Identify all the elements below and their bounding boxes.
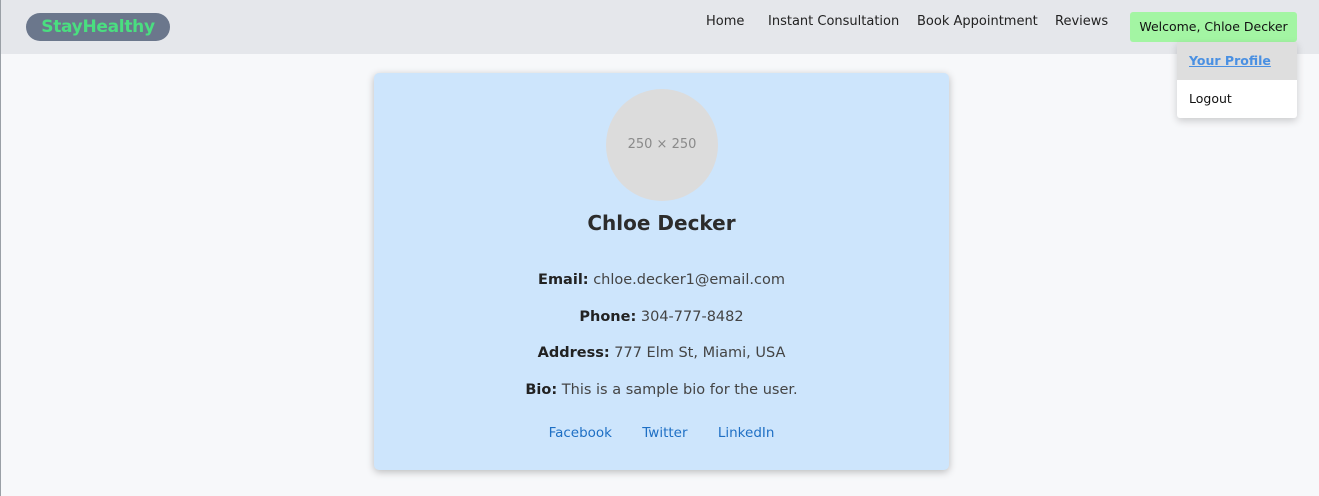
bio-value: This is a sample bio for the user. bbox=[561, 382, 798, 398]
logo[interactable]: StayHealthy bbox=[26, 13, 170, 41]
facebook-link[interactable]: Facebook bbox=[549, 425, 612, 441]
bio-label: Bio: bbox=[525, 382, 558, 398]
nav-reviews-link[interactable]: Reviews bbox=[1055, 14, 1108, 29]
user-dropdown-menu: Your Profile Logout bbox=[1177, 42, 1297, 118]
twitter-link[interactable]: Twitter bbox=[642, 425, 687, 441]
email-row: Email: chloe.decker1@email.com bbox=[374, 272, 949, 288]
address-value: 777 Elm St, Miami, USA bbox=[614, 345, 786, 361]
profile-name: Chloe Decker bbox=[587, 211, 736, 235]
phone-label: Phone: bbox=[579, 309, 637, 325]
phone-value: 304-777-8482 bbox=[640, 309, 744, 325]
page: StayHealthy Home Instant Consultation Bo… bbox=[0, 0, 1319, 496]
avatar: 250 × 250 bbox=[606, 89, 718, 201]
welcome-user-button[interactable]: Welcome, Chloe Decker bbox=[1130, 12, 1297, 42]
email-value: chloe.decker1@email.com bbox=[593, 272, 785, 288]
address-row: Address: 777 Elm St, Miami, USA bbox=[374, 345, 949, 361]
nav-instant-consultation-link[interactable]: Instant Consultation bbox=[768, 14, 899, 29]
social-links: Facebook Twitter LinkedIn bbox=[374, 425, 949, 441]
nav-home-link[interactable]: Home bbox=[706, 14, 744, 29]
address-label: Address: bbox=[537, 345, 610, 361]
profile-card: 250 × 250 Chloe Decker Email: chloe.deck… bbox=[374, 73, 949, 470]
your-profile-menu-item[interactable]: Your Profile bbox=[1177, 42, 1297, 80]
email-label: Email: bbox=[538, 272, 589, 288]
linkedin-link[interactable]: LinkedIn bbox=[718, 425, 775, 441]
phone-row: Phone: 304-777-8482 bbox=[374, 309, 949, 325]
logout-menu-item[interactable]: Logout bbox=[1177, 80, 1297, 118]
navbar: StayHealthy Home Instant Consultation Bo… bbox=[1, 0, 1319, 54]
nav-book-appointment-link[interactable]: Book Appointment bbox=[917, 14, 1038, 29]
your-profile-label: Your Profile bbox=[1189, 53, 1271, 68]
bio-row: Bio: This is a sample bio for the user. bbox=[374, 382, 949, 398]
